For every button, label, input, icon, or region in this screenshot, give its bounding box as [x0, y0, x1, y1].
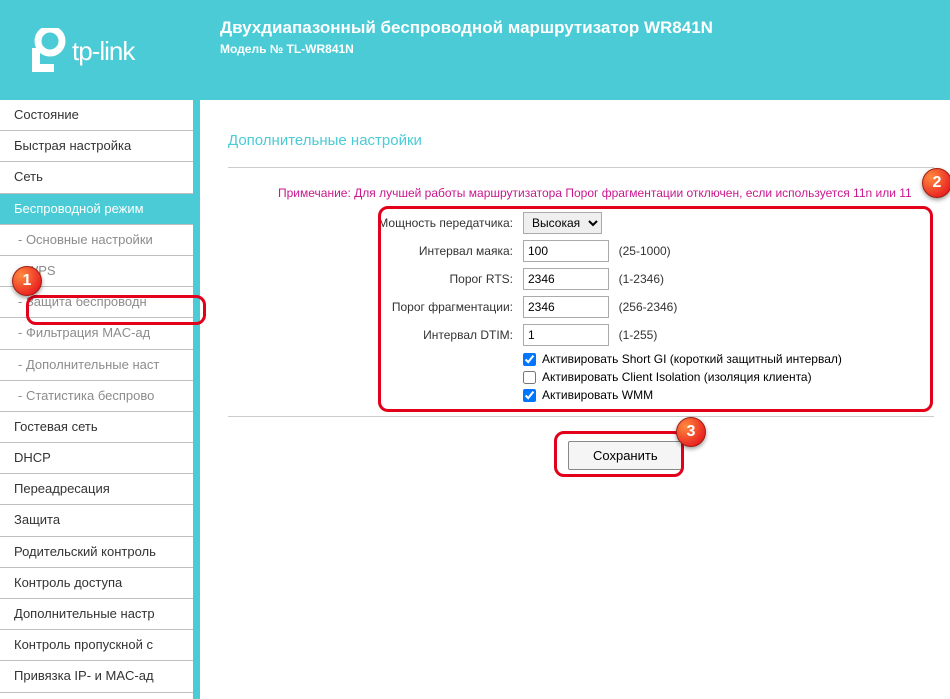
tp-link-icon [28, 28, 66, 74]
page-header-subtitle: Модель № TL-WR841N [220, 42, 950, 56]
header: tp-link Двухдиапазонный беспроводной мар… [0, 0, 950, 100]
short-gi-label: Активировать Short GI (короткий защитный… [542, 352, 842, 366]
sidebar-item-1[interactable]: Быстрая настройка [0, 131, 193, 162]
frag-label: Порог фрагментации: [228, 300, 523, 314]
tx-power-label: Мощность передатчика: [228, 216, 523, 230]
wmm-label: Активировать WMM [542, 388, 653, 402]
beacon-label: Интервал маяка: [228, 244, 523, 258]
sidebar-item-0[interactable]: Состояние [0, 100, 193, 131]
sidebar-item-8[interactable]: - Дополнительные наст [0, 350, 193, 381]
dtim-hint: (1-255) [619, 328, 658, 342]
short-gi-checkbox[interactable] [523, 353, 536, 366]
sidebar-item-17[interactable]: Контроль пропускной с [0, 630, 193, 661]
badge-1: 1 [12, 266, 42, 296]
sidebar-item-12[interactable]: Переадресация [0, 474, 193, 505]
sidebar-item-10[interactable]: Гостевая сеть [0, 412, 193, 443]
note-text: Примечание: Для лучшей работы маршрутиза… [228, 186, 934, 200]
frag-input[interactable] [523, 296, 609, 318]
dtim-label: Интервал DTIM: [228, 328, 523, 342]
sidebar: СостояниеБыстрая настройкаСетьБеспроводн… [0, 100, 200, 699]
rts-input[interactable] [523, 268, 609, 290]
main-content: Дополнительные настройки Примечание: Для… [200, 100, 950, 699]
badge-3: 3 [676, 417, 706, 447]
sidebar-item-2[interactable]: Сеть [0, 162, 193, 193]
tx-power-select[interactable]: Высокая [523, 212, 602, 234]
sidebar-item-19[interactable]: Динамический DNS [0, 693, 193, 699]
beacon-input[interactable] [523, 240, 609, 262]
client-iso-checkbox[interactable] [523, 371, 536, 384]
sidebar-item-11[interactable]: DHCP [0, 443, 193, 474]
dtim-input[interactable] [523, 324, 609, 346]
sidebar-item-15[interactable]: Контроль доступа [0, 568, 193, 599]
frag-hint: (256-2346) [619, 300, 678, 314]
sidebar-item-18[interactable]: Привязка IP- и MAC-ад [0, 661, 193, 692]
brand-logo: tp-link [28, 28, 134, 74]
sidebar-item-16[interactable]: Дополнительные настр [0, 599, 193, 630]
divider-2 [228, 416, 934, 417]
rts-hint: (1-2346) [619, 272, 664, 286]
sidebar-item-14[interactable]: Родительский контроль [0, 537, 193, 568]
sidebar-item-4[interactable]: - Основные настройки [0, 225, 193, 256]
brand-text: tp-link [72, 36, 134, 67]
page-title: Дополнительные настройки [228, 132, 934, 149]
badge-2: 2 [922, 168, 950, 198]
beacon-hint: (25-1000) [619, 244, 671, 258]
wmm-checkbox[interactable] [523, 389, 536, 402]
sidebar-item-3[interactable]: Беспроводной режим [0, 194, 193, 225]
rts-label: Порог RTS: [228, 272, 523, 286]
sidebar-item-13[interactable]: Защита [0, 505, 193, 536]
sidebar-item-9[interactable]: - Статистика беспрово [0, 381, 193, 412]
divider [228, 167, 934, 168]
page-header-title: Двухдиапазонный беспроводной маршрутизат… [220, 18, 950, 38]
sidebar-item-7[interactable]: - Фильтрация MAC-ад [0, 318, 193, 349]
client-iso-label: Активировать Client Isolation (изоляция … [542, 370, 812, 384]
save-button[interactable]: Сохранить [568, 441, 683, 470]
